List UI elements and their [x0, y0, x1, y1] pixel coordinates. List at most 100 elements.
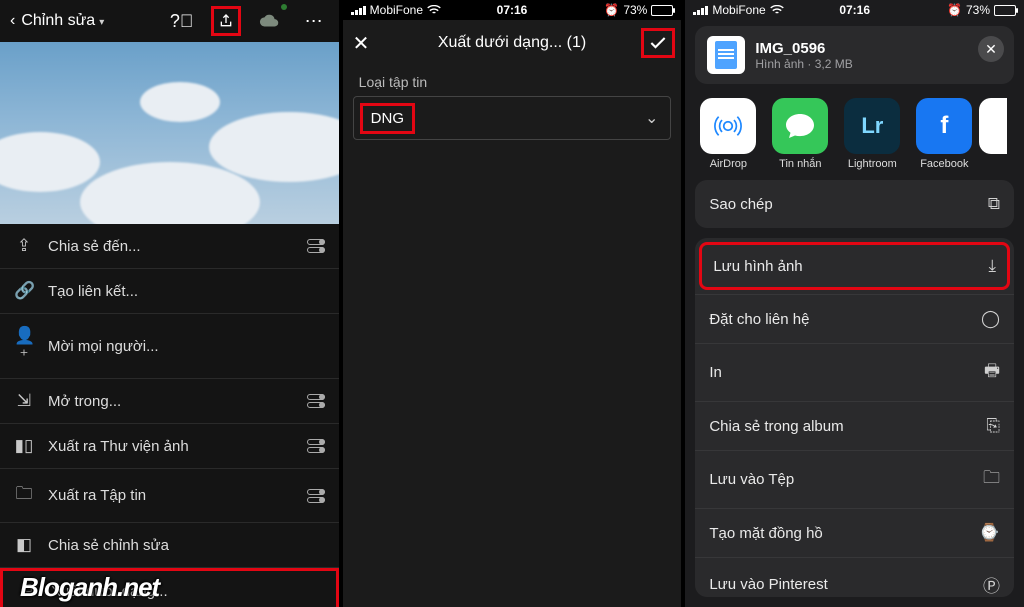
toggle-pair-icon: [307, 239, 325, 253]
file-meta: Hình ảnh · 3,2 MB: [755, 57, 852, 71]
lightroom-icon: Lr: [844, 98, 900, 154]
pinterest-icon: Ⓟ: [983, 572, 1000, 597]
toggle-pair-icon: [307, 489, 325, 503]
share-menu-list: ⇪Chia sẻ đến... 🔗 Tạo liên kết... 👤⁺ Mời m…: [0, 224, 339, 607]
action-label: Đặt cho liên hệ: [709, 311, 809, 328]
menu-export-files[interactable]: 🗀 Xuất ra Tập tin: [0, 469, 339, 523]
close-button[interactable]: ✕: [353, 31, 370, 56]
action-label: Lưu vào Pinterest: [709, 576, 827, 593]
status-bar: MobiFone 07:16 ⏰73%: [343, 0, 682, 20]
menu-share-edits[interactable]: ◧ Chia sẻ chỉnh sửa: [0, 523, 339, 568]
share-app-row[interactable]: AirDrop Tin nhắn Lr Lightroom f Facebook: [685, 94, 1024, 180]
menu-share-to[interactable]: ⇪Chia sẻ đến...: [0, 224, 339, 269]
app-facebook[interactable]: f Facebook: [911, 98, 977, 170]
action-save-files[interactable]: Lưu vào Tệp 🗀: [695, 450, 1014, 508]
more-icon[interactable]: ⋯: [299, 6, 329, 36]
filetype-select[interactable]: DNG ⌄: [353, 96, 672, 140]
app-label: Tin nhắn: [779, 158, 821, 170]
toggle-pair-icon: [307, 439, 325, 453]
action-copy[interactable]: Sao chép ⧉: [695, 180, 1014, 228]
action-label: Lưu hình ảnh: [713, 258, 802, 275]
action-label: Sao chép: [709, 196, 772, 213]
menu-create-link[interactable]: 🔗 Tạo liên kết...: [0, 269, 339, 314]
action-watch-face[interactable]: Tạo mặt đồng hồ ⌚: [695, 508, 1014, 557]
menu-item-label: Xuất ra Thư viện ảnh: [48, 438, 189, 455]
action-share-album[interactable]: Chia sẻ trong album ⎘: [695, 401, 1014, 450]
album-icon: ⎘: [986, 416, 1000, 436]
filetype-value: DNG: [360, 103, 415, 134]
app-partial[interactable]: [983, 98, 1003, 170]
menu-item-label: Tạo liên kết...: [48, 283, 138, 300]
app-label: AirDrop: [710, 158, 747, 170]
folder-icon: 🗀: [14, 481, 34, 510]
app-airdrop[interactable]: AirDrop: [695, 98, 761, 170]
battery-icon: [651, 5, 673, 16]
folder-icon: 🗀: [983, 465, 1000, 494]
share-icon: ⇪: [14, 236, 34, 256]
action-print[interactable]: In 🖶: [695, 343, 1014, 401]
file-card: IMG_0596 Hình ảnh · 3,2 MB ✕: [695, 26, 1014, 84]
adjust-share-icon: ◧: [14, 535, 34, 555]
menu-item-label: Xuất dưới dạng...: [51, 583, 168, 600]
chevron-down-icon: ⌄: [645, 108, 658, 128]
menu-item-label: Chia sẻ chỉnh sửa: [48, 537, 169, 554]
airdrop-icon: [700, 98, 756, 154]
cloud-sync-icon[interactable]: [255, 6, 285, 36]
menu-open-in[interactable]: ⇲ Mở trong...: [0, 379, 339, 424]
menu-item-label: Xuất ra Tập tin: [48, 487, 146, 504]
menu-export-gallery[interactable]: ▮▯ Xuất ra Thư viện ảnh: [0, 424, 339, 469]
messages-icon: [772, 98, 828, 154]
gallery-icon: ▮▯: [14, 436, 34, 456]
action-group-main[interactable]: Lưu hình ảnh ⤓ Đặt cho liên hệ ◯ In 🖶 Chia sẻ …: [695, 238, 1014, 597]
print-icon: 🖶: [984, 358, 1000, 387]
action-label: Tạo mặt đồng hồ: [709, 525, 822, 542]
app-messages[interactable]: Tin nhắn: [767, 98, 833, 170]
status-time: 07:16: [343, 3, 682, 17]
lr-header: ‹ Chỉnh sửa ?⃝ ⋯: [0, 0, 339, 42]
download-icon: ⤓: [989, 256, 997, 276]
status-bar: MobiFone 07:16 ⏰73%: [685, 0, 1024, 20]
action-group-copy: Sao chép ⧉: [695, 180, 1014, 228]
filetype-label: Loại tập tin: [343, 66, 682, 96]
panel-export-as: MobiFone 07:16 ⏰73% ✕ Xuất dưới dạng... …: [343, 0, 682, 607]
action-assign-contact[interactable]: Đặt cho liên hệ ◯: [695, 294, 1014, 343]
menu-item-label: Mời mọi người...: [48, 338, 159, 355]
header-actions: ?⃝ ⋯: [167, 6, 329, 36]
toggle-pair-icon: [307, 394, 325, 408]
status-time: 07:16: [685, 3, 1024, 17]
export-title: Xuất dưới dạng... (1): [438, 34, 586, 52]
help-icon[interactable]: ?⃝: [167, 6, 197, 36]
panel-lightroom-share: ‹ Chỉnh sửa ?⃝ ⋯ ⇪Chia sẻ đến... 🔗 Tạo li…: [0, 0, 339, 607]
app-lightroom[interactable]: Lr Lightroom: [839, 98, 905, 170]
battery-icon: [994, 5, 1016, 16]
menu-invite[interactable]: 👤⁺ Mời mọi người...: [0, 314, 339, 379]
open-in-icon: ⇲: [14, 391, 34, 411]
back-button[interactable]: ‹ Chỉnh sửa: [10, 12, 104, 30]
contact-icon: ◯: [981, 309, 1000, 329]
close-button[interactable]: ✕: [978, 36, 1004, 62]
action-label: Chia sẻ trong album: [709, 418, 843, 435]
facebook-icon: f: [916, 98, 972, 154]
confirm-button[interactable]: [641, 28, 675, 58]
action-pinterest[interactable]: Lưu vào Pinterest Ⓟ: [695, 557, 1014, 597]
file-name: IMG_0596: [755, 40, 852, 57]
app-label: Lightroom: [848, 158, 897, 170]
action-label: In: [709, 364, 722, 381]
action-label: Lưu vào Tệp: [709, 471, 794, 488]
share-icon[interactable]: [211, 6, 241, 36]
link-icon: 🔗: [14, 281, 34, 301]
watch-icon: ⌚: [979, 523, 1000, 543]
menu-export-as[interactable]: ⍇ Xuất dưới dạng...: [0, 568, 339, 607]
export-as-icon: ⍇: [17, 581, 37, 601]
app-label: Facebook: [920, 158, 968, 170]
menu-item-label: Mở trong...: [48, 393, 121, 410]
panel-ios-share-sheet: MobiFone 07:16 ⏰73% IMG_0596 Hình ảnh · …: [685, 0, 1024, 607]
export-header: ✕ Xuất dưới dạng... (1): [343, 20, 682, 66]
action-save-image[interactable]: Lưu hình ảnh ⤓: [699, 242, 1010, 290]
copy-icon: ⧉: [988, 194, 1000, 214]
back-label: Chỉnh sửa: [21, 12, 104, 30]
chevron-left-icon: ‹: [10, 12, 15, 30]
person-add-icon: 👤⁺: [14, 326, 34, 366]
photo-preview[interactable]: [0, 42, 339, 224]
app-icon-partial: [979, 98, 1007, 154]
